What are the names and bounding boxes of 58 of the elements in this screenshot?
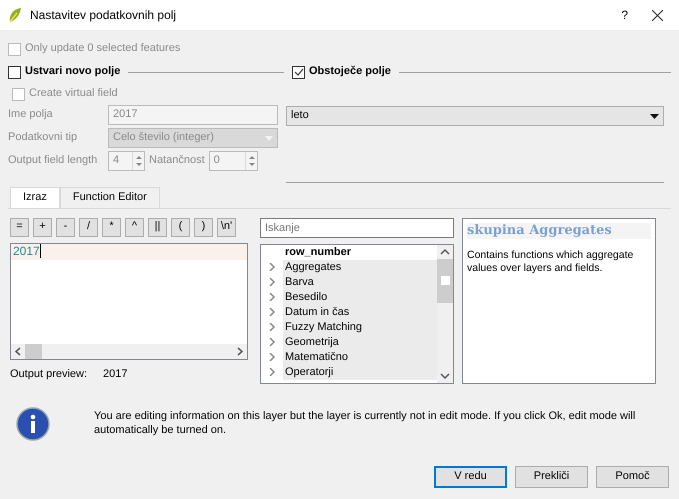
close-icon[interactable] [652,10,663,20]
function-group[interactable]: Datum in čas [283,304,437,320]
checkbox[interactable] [12,88,25,100]
function-group[interactable]: Matematično [283,350,437,365]
dialog-button[interactable]: Pomoč [596,466,669,488]
vertical-scrollbar[interactable] [437,244,453,383]
search-field[interactable]: Iskanje [260,218,454,238]
field-dropdown[interactable]: leto [286,106,664,126]
operator-button[interactable]: + [33,218,52,237]
field-label: Natančnost [149,154,205,168]
operator-button[interactable]: ) [194,218,213,237]
field-label: Podatkovni tip [8,131,78,145]
checkbox-label: Create virtual field [29,87,118,101]
tab[interactable]: Function Editor [60,187,160,208]
operator-button[interactable]: / [79,218,98,237]
field-label: Output field length [8,154,98,168]
help-title: skupina Aggregates [467,222,651,239]
expression-editor[interactable]: 2017 [10,242,248,360]
help-button[interactable]: ? [621,8,628,22]
info-message: You are editing information on this layer but the layer is currently not in edit mode. If you click Ok, edit mode will automatically be turned on. [94,410,636,438]
preview-label: Output preview: [10,368,88,382]
info-icon [16,406,50,441]
help-text: Contains functions which aggregate values over layers and fields. [467,249,634,276]
checkbox[interactable] [8,66,21,78]
function-group[interactable]: Barva [283,274,437,290]
leaf-logo-icon [8,7,22,23]
dialog-button[interactable]: Prekliči [515,466,588,488]
tab[interactable]: Izraz [10,187,60,208]
operator-button[interactable]: - [56,218,75,237]
grip-icon [440,276,450,286]
preview-value: 2017 [103,368,128,382]
dialog-button[interactable]: V redu [434,466,507,488]
horizontal-scrollbar[interactable] [11,344,247,359]
function-group[interactable]: Fuzzy Matching [283,320,437,335]
operator-button[interactable]: ( [171,218,190,237]
group-title: Ustvari novo polje [25,65,120,79]
operator-button[interactable]: \n' [217,218,236,237]
expression-text: 2017 [13,244,41,258]
caret-icon [265,136,273,140]
operator-button[interactable]: ^ [125,218,144,237]
operator-button[interactable]: * [102,218,121,237]
function-group[interactable]: Operatorji [283,364,437,380]
spin-arrows-icon[interactable] [132,152,144,170]
caret-icon [650,114,659,118]
operator-button[interactable]: = [10,218,29,237]
operator-button[interactable]: || [148,218,167,237]
function-group[interactable]: Geometrija [283,334,437,350]
function-group[interactable]: Besedilo [283,290,437,305]
window-title: Nastavitev podatkovnih polj [30,8,178,22]
scrollbar-thumb[interactable] [437,258,453,303]
function-item[interactable]: row_number [283,244,437,260]
checkbox-label: Only update 0 selected features [25,42,180,56]
field-label: Ime polja [8,108,54,122]
checkbox[interactable] [292,66,305,78]
group-title: Obstoječe polje [309,65,391,79]
function-group[interactable]: Aggregates [283,260,437,275]
scrollbar-thumb[interactable] [25,344,42,359]
spin-arrows-icon[interactable] [244,152,257,170]
